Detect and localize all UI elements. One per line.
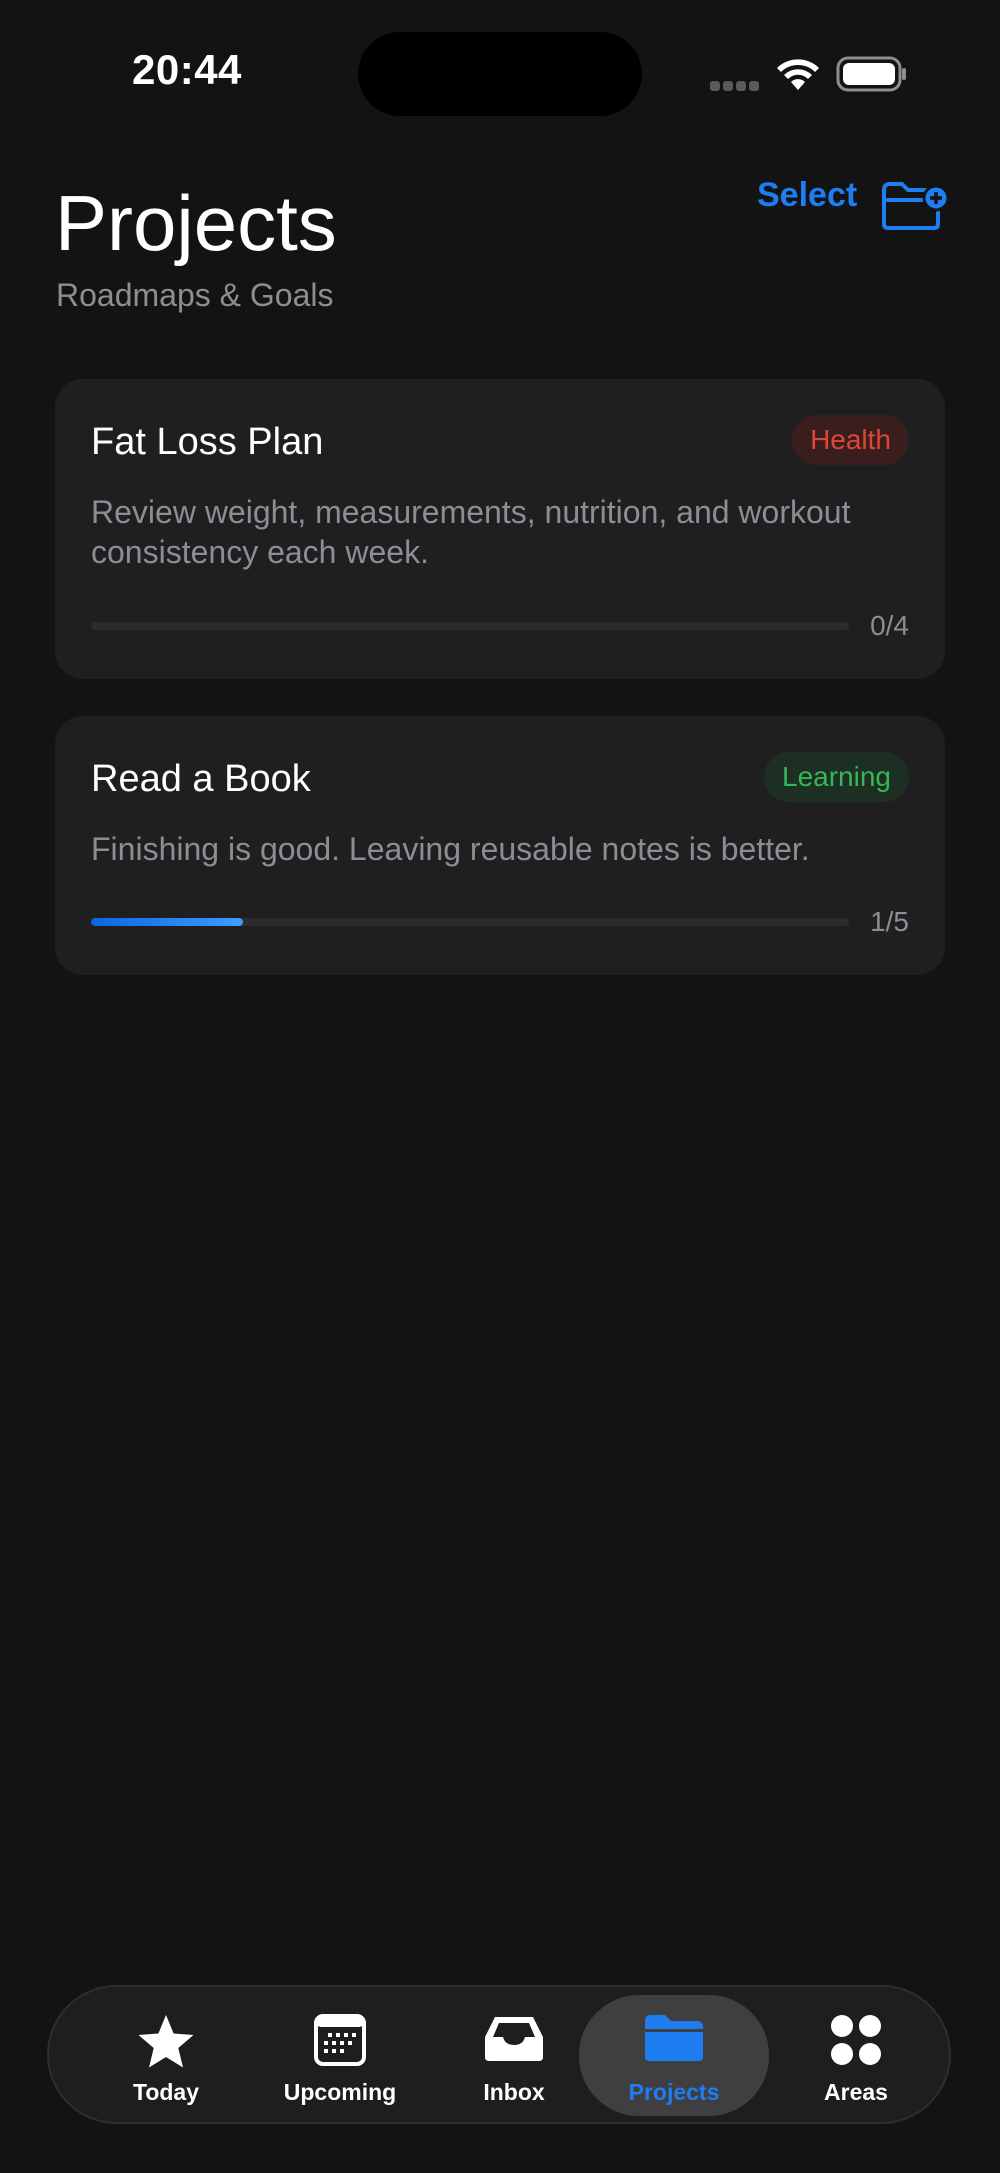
project-tag: Health <box>792 415 909 465</box>
project-title: Read a Book <box>91 758 311 800</box>
select-button[interactable]: Select <box>757 176 857 215</box>
project-card[interactable]: Read a Book Learning Finishing is good. … <box>55 716 945 975</box>
project-tag: Learning <box>764 752 909 802</box>
folder-plus-icon <box>882 182 950 230</box>
tab-inbox[interactable]: Inbox <box>427 1995 601 2116</box>
four-circles-icon <box>831 2015 881 2065</box>
tab-label: Upcoming <box>283 2079 397 2105</box>
tab-label: Areas <box>824 2079 888 2105</box>
progress-fill <box>91 918 243 926</box>
progress-bar <box>91 622 849 630</box>
progress-count: 0/4 <box>870 610 909 641</box>
tab-projects[interactable]: Projects <box>579 1995 769 2116</box>
project-title: Fat Loss Plan <box>91 421 324 463</box>
project-card[interactable]: Fat Loss Plan Health Review weight, meas… <box>55 379 945 679</box>
tab-today[interactable]: Today <box>79 1995 253 2116</box>
project-description: Review weight, measurements, nutrition, … <box>91 494 851 570</box>
tab-label: Today <box>132 2079 200 2105</box>
star-icon <box>138 2015 194 2068</box>
tab-label: Inbox <box>483 2079 545 2105</box>
calendar-icon <box>314 2014 366 2066</box>
folder-icon <box>645 2015 703 2061</box>
tab-areas[interactable]: Areas <box>769 1995 943 2116</box>
project-description: Finishing is good. Leaving reusable note… <box>91 831 810 867</box>
page-subtitle: Roadmaps & Goals <box>56 277 334 313</box>
tab-label: Projects <box>628 2079 720 2105</box>
new-project-button[interactable] <box>880 180 950 237</box>
progress-count: 1/5 <box>870 906 909 937</box>
status-bar: 20:44 <box>0 0 1000 150</box>
cellular-signal-icon <box>710 78 762 96</box>
progress-bar <box>91 918 849 926</box>
battery-icon <box>836 56 908 97</box>
tab-bar: Today Upcoming Inbox Projects Areas <box>47 1985 951 2124</box>
dynamic-island <box>358 32 642 116</box>
wifi-icon <box>774 56 822 97</box>
page-title: Projects <box>55 179 337 267</box>
status-time: 20:44 <box>132 46 242 93</box>
tab-upcoming[interactable]: Upcoming <box>253 1995 427 2116</box>
inbox-tray-icon <box>485 2017 543 2061</box>
